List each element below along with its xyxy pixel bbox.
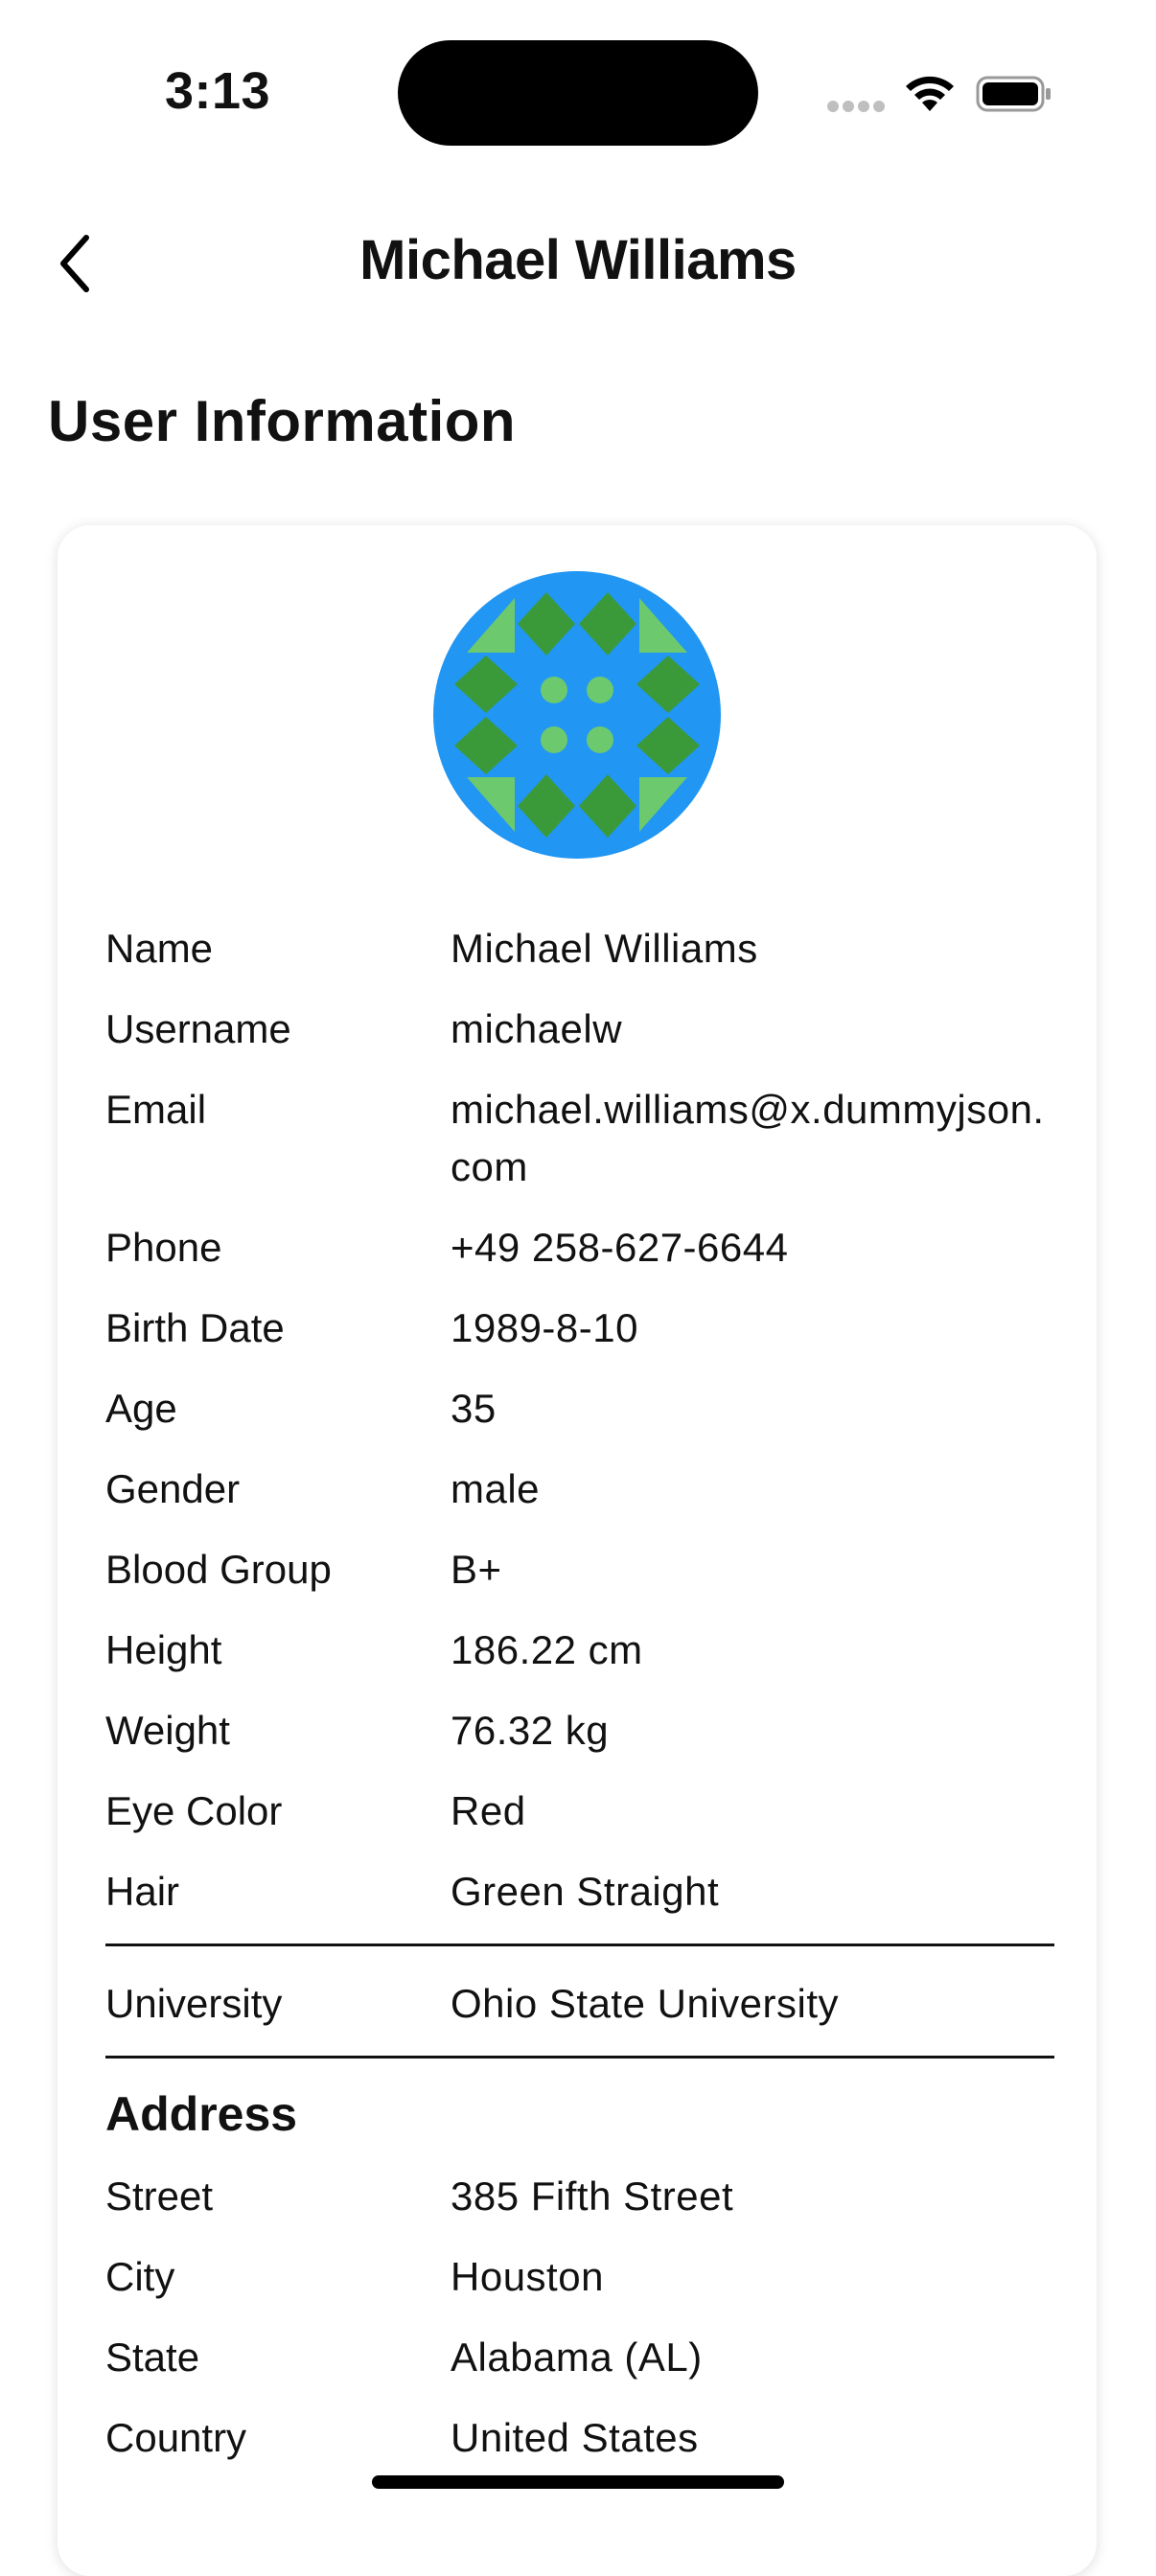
detail-label: Hair	[105, 1869, 180, 1914]
detail-label: Weight	[105, 1708, 230, 1753]
detail-label: Eye Color	[105, 1788, 283, 1833]
detail-label: Phone	[105, 1225, 222, 1270]
detail-row-age: Age 35	[105, 1380, 1054, 1438]
detail-value: Green Straight	[451, 1869, 720, 1914]
detail-label: Age	[105, 1386, 177, 1431]
wifi-icon	[906, 76, 954, 111]
detail-label: Street	[105, 2174, 214, 2219]
dynamic-island	[398, 40, 758, 146]
detail-row-birth-date: Birth Date 1989-8-10	[105, 1300, 1054, 1357]
detail-value: B+	[451, 1547, 502, 1592]
detail-label: City	[105, 2254, 175, 2299]
detail-label: Blood Group	[105, 1547, 332, 1592]
detail-label: Email	[105, 1087, 207, 1132]
detail-row-blood-group: Blood Group B+	[105, 1541, 1054, 1598]
detail-row-weight: Weight 76.32 kg	[105, 1702, 1054, 1760]
detail-label: Username	[105, 1006, 291, 1051]
cellular-signal-icon	[827, 100, 889, 117]
detail-row-height: Height 186.22 cm	[105, 1622, 1054, 1679]
detail-label: Height	[105, 1627, 222, 1672]
detail-value: 35	[451, 1386, 497, 1431]
status-bar: 3:13	[0, 0, 1156, 192]
home-indicator[interactable]	[372, 2475, 784, 2489]
divider	[105, 2056, 1054, 2058]
detail-value: michael.williams@x.dummyjson.com	[451, 1087, 1045, 1189]
detail-value: 1989-8-10	[451, 1305, 638, 1350]
address-row-country: Country United States	[105, 2409, 1054, 2467]
detail-row-email: Email michael.williams@x.dummyjson.com	[105, 1081, 1054, 1196]
detail-row-gender: Gender male	[105, 1460, 1054, 1518]
address-heading: Address	[105, 2087, 298, 2141]
user-details: Name Michael Williams Username michaelw …	[105, 920, 1054, 2490]
detail-value: 385 Fifth Street	[451, 2174, 734, 2219]
status-time: 3:13	[165, 62, 271, 120]
detail-value: Alabama (AL)	[451, 2334, 703, 2380]
battery-icon	[976, 76, 1051, 112]
divider	[105, 1944, 1054, 1946]
address-row-state: State Alabama (AL)	[105, 2329, 1054, 2386]
detail-value: michaelw	[451, 1006, 623, 1051]
avatar	[433, 571, 721, 859]
detail-label: Name	[105, 926, 214, 971]
navigation-bar: Michael Williams	[0, 201, 1156, 316]
detail-value: male	[451, 1466, 541, 1511]
detail-label: Gender	[105, 1466, 241, 1511]
detail-row-hair: Hair Green Straight	[105, 1863, 1054, 1920]
detail-value: United States	[451, 2415, 699, 2460]
detail-label: State	[105, 2334, 200, 2380]
detail-label: Birth Date	[105, 1305, 285, 1350]
detail-label: University	[105, 1981, 283, 2026]
detail-row-phone: Phone +49 258-627-6644	[105, 1219, 1054, 1276]
detail-value: 76.32 kg	[451, 1708, 610, 1753]
detail-value: Michael Williams	[451, 926, 758, 971]
detail-row-username: Username michaelw	[105, 1000, 1054, 1058]
section-title: User Information	[48, 389, 517, 453]
detail-value: Red	[451, 1788, 526, 1833]
user-info-card: Name Michael Williams Username michaelw …	[58, 525, 1097, 2576]
detail-value: 186.22 cm	[451, 1627, 643, 1672]
detail-value: Ohio State University	[451, 1981, 839, 2026]
detail-row-name: Name Michael Williams	[105, 920, 1054, 978]
address-row-street: Street 385 Fifth Street	[105, 2168, 1054, 2225]
detail-value: +49 258-627-6644	[451, 1225, 789, 1270]
address-row-city: City Houston	[105, 2248, 1054, 2306]
detail-value: Houston	[451, 2254, 604, 2299]
detail-row-eye-color: Eye Color Red	[105, 1782, 1054, 1840]
detail-row-university: University Ohio State University	[105, 1975, 1054, 2033]
detail-label: Country	[105, 2415, 247, 2460]
page-title: Michael Williams	[359, 229, 797, 291]
